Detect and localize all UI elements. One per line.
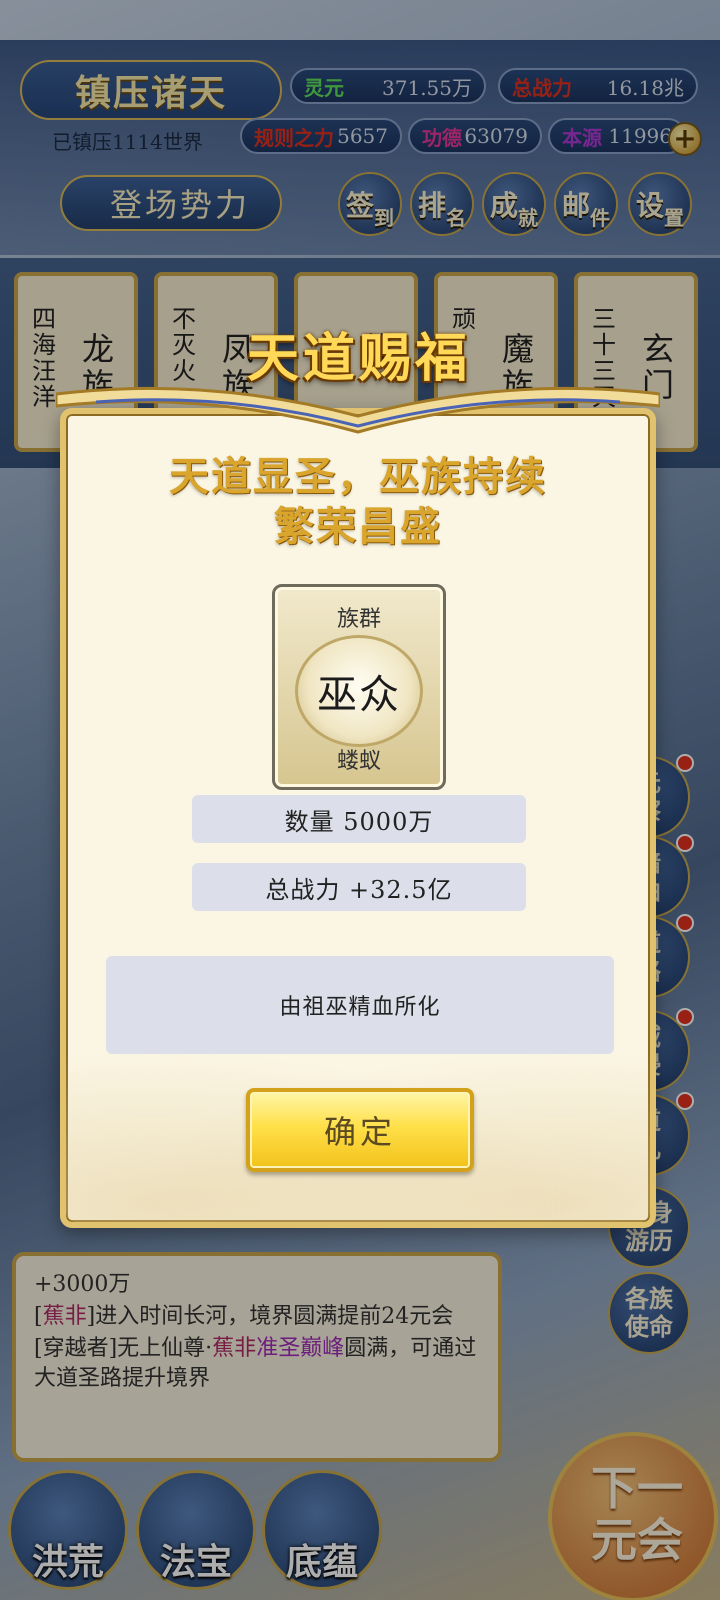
reward-race-tile: 族群 巫众 蝼蚁 <box>272 584 446 790</box>
description-box: 由祖巫精血所化 <box>106 956 614 1054</box>
dialog-headline: 天道显圣，巫族持续 繁荣昌盛 <box>60 452 656 552</box>
headline-line-2: 繁荣昌盛 <box>274 503 442 550</box>
power-pill: 总战力 +32.5亿 <box>192 863 526 911</box>
dialog-banner: 天道赐福 <box>186 316 532 390</box>
race-tile-name: 巫众 <box>317 672 401 718</box>
race-tile-rank: 蝼蚁 <box>336 749 381 774</box>
quantity-pill: 数量 5000万 <box>192 795 526 843</box>
headline-line-1: 天道显圣，巫族持续 <box>169 453 547 500</box>
race-tile-medal: 巫众 <box>295 635 423 747</box>
race-tile-category: 族群 <box>336 607 381 632</box>
confirm-button[interactable]: 确定 <box>246 1088 474 1172</box>
dialog-banner-title: 天道赐福 <box>246 327 471 389</box>
